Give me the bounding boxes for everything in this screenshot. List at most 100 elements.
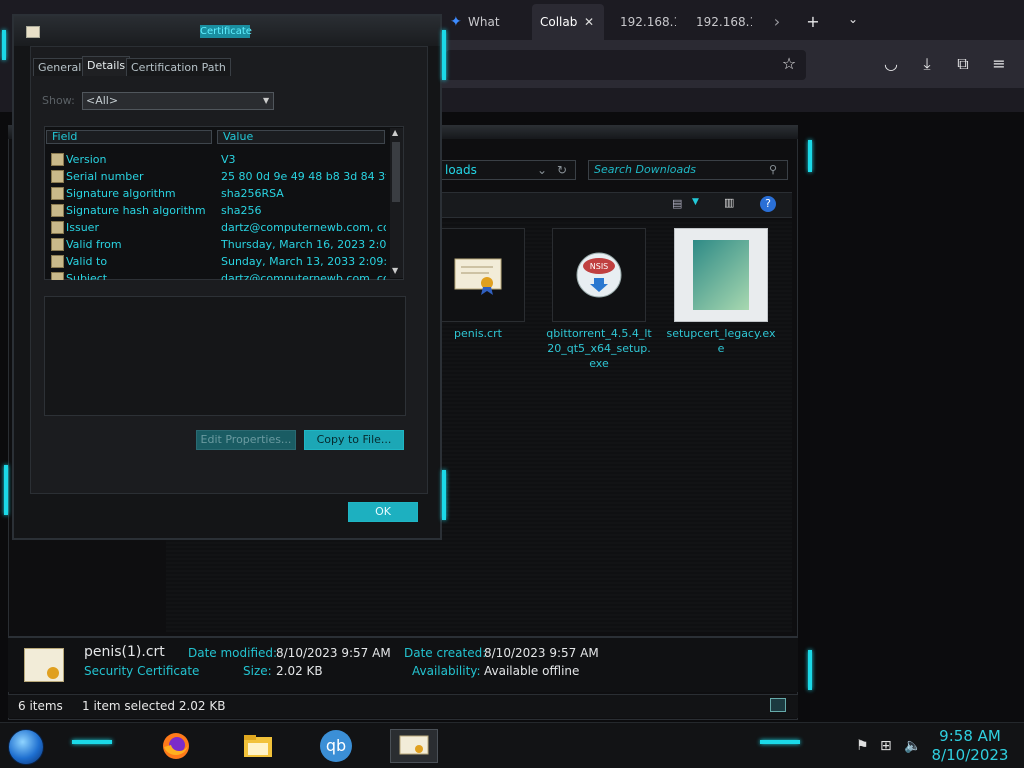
menu-icon[interactable]: ≡: [988, 54, 1010, 73]
volume-icon[interactable]: 🔈: [904, 738, 921, 754]
setup-exe-icon: [674, 228, 768, 322]
qbittorrent-icon[interactable]: qb: [312, 729, 360, 763]
change-view-icon[interactable]: ▤: [672, 197, 682, 210]
new-tab-icon[interactable]: +: [802, 12, 824, 31]
nsis-installer-icon: NSIS: [552, 228, 646, 322]
frame-accent: [4, 465, 8, 515]
tab-favicon-icon: ✦: [450, 14, 462, 30]
field-value: 25 80 0d 9e 49 48 b8 3d 84 3f...: [221, 170, 386, 183]
selection-info: 1 item selected 2.02 KB: [82, 699, 226, 713]
file-item[interactable]: NSIS qbittorrent_4.5.4_lt20_qt5_x64_setu…: [544, 228, 654, 371]
field-name: Valid from: [66, 238, 122, 251]
details-pane: penis(1).crt Security Certificate Date m…: [8, 636, 798, 692]
address-bar[interactable]: loads ⌄ ↻: [440, 160, 576, 180]
firefox-icon[interactable]: [152, 729, 200, 763]
network-icon[interactable]: ⊞: [880, 738, 892, 754]
file-item[interactable]: setupcert_legacy.exe: [666, 228, 776, 356]
field-name: Version: [66, 153, 107, 166]
certificate-icon[interactable]: [390, 729, 438, 763]
certificate-field-icon: [51, 221, 64, 234]
preview-pane-icon[interactable]: ▥: [724, 196, 734, 209]
certificate-field-icon: [51, 170, 64, 183]
tab-general[interactable]: General: [33, 58, 87, 76]
show-dropdown[interactable]: <All> ▼: [82, 92, 274, 110]
detail-filename: penis(1).crt: [84, 644, 165, 660]
svg-text:NSIS: NSIS: [590, 262, 609, 271]
column-header-field[interactable]: Field: [46, 130, 212, 144]
browser-tab-3[interactable]: 192.168.1.: [612, 4, 676, 40]
list-tabs-chevron-icon[interactable]: ⌄: [842, 12, 864, 26]
view-toggle-icon[interactable]: [770, 698, 786, 712]
field-row[interactable]: Subject dartz@computernewb.com, co...: [50, 270, 390, 280]
field-row[interactable]: Version V3: [50, 151, 390, 168]
clock-date[interactable]: 8/10/2023: [930, 746, 1010, 764]
tab-certification-path[interactable]: Certification Path: [126, 58, 231, 76]
certificate-field-icon: [51, 153, 64, 166]
browser-tab-1[interactable]: ✦ What: [440, 4, 528, 40]
column-header-value[interactable]: Value: [217, 130, 385, 144]
date-modified-value: 8/10/2023 9:57 AM: [276, 646, 391, 660]
browser-tab-4[interactable]: 192.168.1.: [688, 4, 752, 40]
tab-label: Collab: [540, 15, 578, 29]
certificate-field-icon: [51, 255, 64, 268]
field-row[interactable]: Signature hash algorithm sha256: [50, 202, 390, 219]
tab-label: What: [468, 15, 500, 29]
show-dropdown-value: <All>: [86, 94, 119, 107]
file-name: setupcert_legacy.exe: [666, 327, 776, 355]
field-row[interactable]: Serial number 25 80 0d 9e 49 48 b8 3d 84 …: [50, 168, 390, 185]
field-name: Serial number: [66, 170, 144, 183]
clock-time[interactable]: 9:58 AM: [930, 727, 1010, 745]
start-button[interactable]: [8, 729, 44, 765]
tab-scroll-right-icon[interactable]: ›: [766, 12, 788, 31]
extensions-icon[interactable]: ⧉: [952, 54, 974, 74]
list-scrollbar[interactable]: ▲ ▼: [390, 128, 403, 278]
field-name: Subject: [66, 272, 108, 280]
certificate-icon: [26, 26, 40, 38]
browser-tab-2[interactable]: Collab ✕: [532, 4, 604, 40]
explorer-command-bar: ▤ ▼ ▥ ?: [440, 192, 792, 218]
star-icon[interactable]: ☆: [778, 54, 800, 73]
address-text: loads: [445, 163, 477, 177]
ok-button[interactable]: OK: [348, 502, 418, 522]
availability-label: Availability:: [412, 664, 481, 678]
scroll-down-icon[interactable]: ▼: [392, 266, 398, 275]
field-row[interactable]: Issuer dartz@computernewb.com, co...: [50, 219, 390, 236]
file-name: qbittorrent_4.5.4_lt20_qt5_x64_setup.exe: [546, 327, 652, 370]
certificate-field-icon: [51, 187, 64, 200]
edit-properties-button[interactable]: Edit Properties...: [196, 430, 296, 450]
url-bar[interactable]: [446, 50, 806, 80]
tab-close-icon[interactable]: ✕: [584, 4, 594, 40]
certificate-icon: [24, 648, 64, 682]
field-row[interactable]: Valid from Thursday, March 16, 2023 2:0..…: [50, 236, 390, 253]
pocket-icon[interactable]: ◡: [880, 54, 902, 73]
action-center-flag-icon[interactable]: ⚑: [856, 738, 869, 754]
status-bar: 6 items 1 item selected 2.02 KB: [8, 694, 798, 718]
search-input[interactable]: Search Downloads ⚲: [588, 160, 788, 180]
help-icon[interactable]: ?: [760, 196, 776, 212]
frame-accent: [808, 140, 812, 172]
field-row[interactable]: Signature algorithm sha256RSA: [50, 185, 390, 202]
show-label: Show:: [42, 94, 75, 107]
field-row[interactable]: Valid to Sunday, March 13, 2033 2:09:...: [50, 253, 390, 270]
download-icon[interactable]: ⤓: [916, 54, 938, 74]
file-name: penis.crt: [454, 327, 502, 340]
refresh-icon[interactable]: ↻: [557, 161, 567, 179]
taskbar-accent: [760, 740, 800, 744]
scroll-up-icon[interactable]: ▲: [392, 128, 398, 137]
chevron-down-icon[interactable]: ⌄: [537, 161, 547, 179]
view-options-chevron-icon[interactable]: ▼: [692, 197, 699, 207]
qbittorrent-label: qb: [320, 730, 352, 762]
field-value: Sunday, March 13, 2033 2:09:...: [221, 255, 386, 268]
field-value: V3: [221, 153, 236, 166]
setup-exe-preview: [693, 240, 749, 310]
browser-content: [810, 112, 1024, 722]
frame-accent: [2, 30, 6, 60]
tab-details[interactable]: Details: [82, 56, 131, 76]
field-value: sha256: [221, 204, 262, 217]
scrollbar-thumb[interactable]: [392, 142, 400, 202]
browser-tabstrip: ✦ What Collab ✕ 192.168.1. 192.168.1. › …: [440, 4, 1024, 40]
value-detail-box[interactable]: [44, 296, 406, 416]
file-explorer-icon[interactable]: [234, 729, 282, 763]
certificate-field-icon: [51, 238, 64, 251]
copy-to-file-button[interactable]: Copy to File...: [304, 430, 404, 450]
